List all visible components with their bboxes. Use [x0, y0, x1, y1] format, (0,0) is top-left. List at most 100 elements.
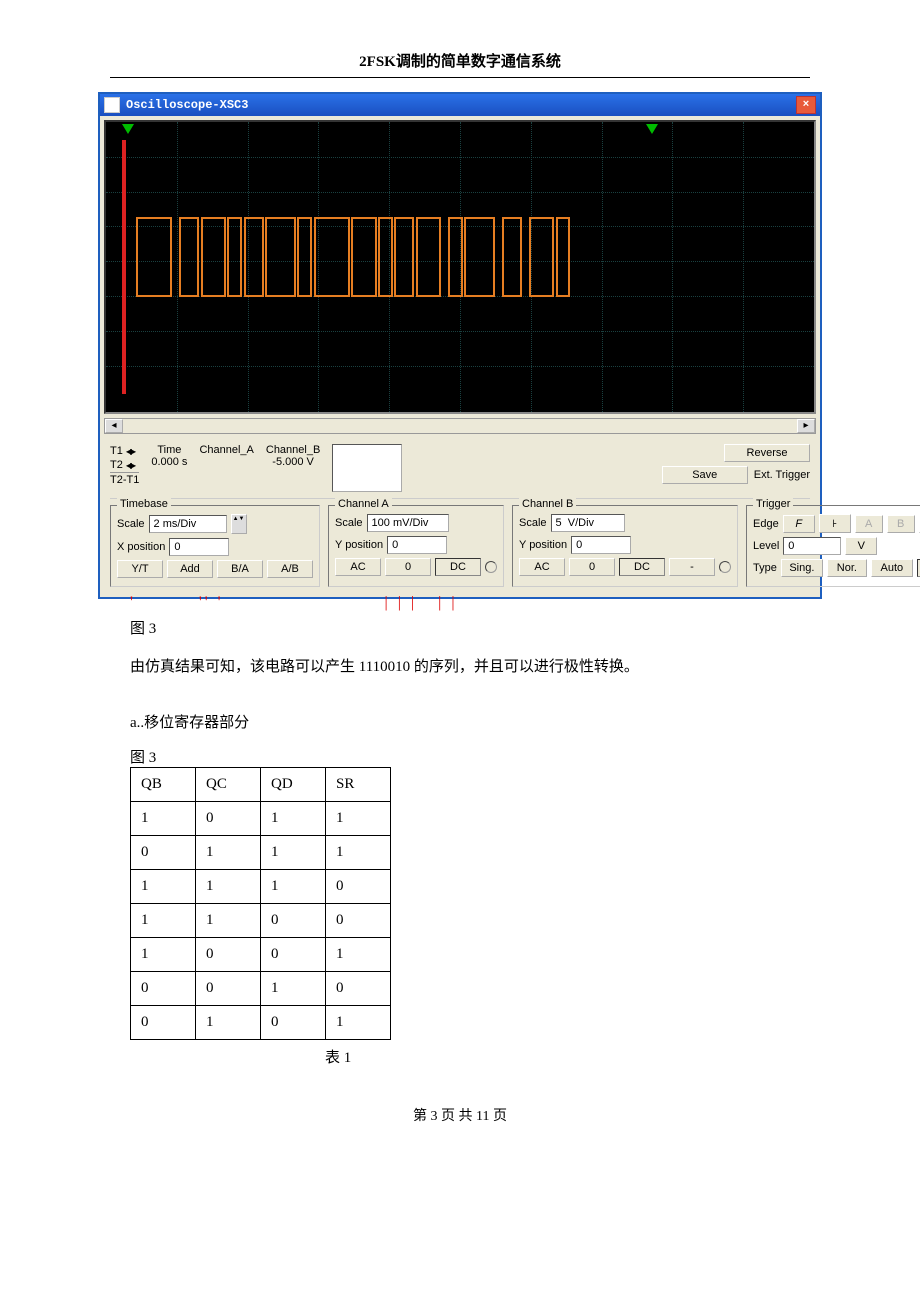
timebase-group: Timebase Scale ▲▼ X position Y/T Add B/A… — [110, 505, 320, 587]
channel-b-group: Channel B Scale Y position AC 0 DC - — [512, 505, 738, 587]
close-icon[interactable]: × — [796, 96, 816, 114]
figure-label-1: 图 3 — [130, 617, 850, 638]
timebase-legend: Timebase — [117, 498, 171, 510]
t2-label: T2 — [110, 459, 123, 471]
tb-xpos-input[interactable] — [169, 538, 229, 556]
table-row: 1110 — [131, 870, 391, 904]
cha-dc-button[interactable]: DC — [435, 558, 481, 576]
sing-button[interactable]: Sing. — [781, 559, 823, 577]
table-cell: 1 — [326, 938, 391, 972]
chb-minus-button[interactable]: - — [669, 558, 715, 576]
add-button[interactable]: Add — [167, 560, 213, 578]
chb-dc-button[interactable]: DC — [619, 558, 665, 576]
edge-a-button[interactable]: A — [855, 515, 883, 533]
cursor-marker-2[interactable] — [646, 124, 658, 134]
trigger-legend: Trigger — [753, 498, 793, 510]
edge-rise-button[interactable]: F — [783, 515, 815, 533]
title-underline — [110, 77, 810, 78]
chb-0-button[interactable]: 0 — [569, 558, 615, 576]
chb-legend: Channel B — [519, 498, 576, 510]
save-button[interactable]: Save — [662, 466, 748, 484]
table-cell: 1 — [196, 904, 261, 938]
yt-button[interactable]: Y/T — [117, 560, 163, 578]
level-unit[interactable]: V — [845, 537, 877, 555]
page-number: 第 3 页 共 11 页 — [70, 1105, 850, 1125]
waveform-channel-b — [136, 217, 674, 297]
cha-legend: Channel A — [335, 498, 392, 510]
ab-button[interactable]: A/B — [267, 560, 313, 578]
chb-scale-input[interactable] — [551, 514, 625, 532]
chb-ac-button[interactable]: AC — [519, 558, 565, 576]
cha-radio[interactable] — [485, 561, 497, 573]
tb-scale-input[interactable] — [149, 515, 227, 533]
oscilloscope-window: Oscilloscope-XSC3 × — [98, 92, 822, 599]
table-row: 1011 — [131, 802, 391, 836]
table-cell: 1 — [326, 802, 391, 836]
edge-label: Edge — [753, 518, 779, 530]
edge-b-button[interactable]: B — [887, 515, 915, 533]
table-cell: 0 — [196, 972, 261, 1006]
channel-b-header: Channel_B — [266, 444, 320, 456]
cha-scale-input[interactable] — [367, 514, 449, 532]
chb-radio[interactable] — [719, 561, 731, 573]
table-cell: 1 — [131, 938, 196, 972]
spinner-icon[interactable]: ▲▼ — [231, 514, 247, 534]
table-cell: 1 — [261, 836, 326, 870]
channel-b-value: -5.000 V — [266, 456, 320, 468]
table-cell: 0 — [261, 1006, 326, 1040]
channel-a-header: Channel_A — [199, 444, 253, 456]
table-cell: 1 — [261, 870, 326, 904]
edge-fall-button[interactable]: ꜔ — [819, 514, 851, 533]
level-input[interactable] — [783, 537, 841, 555]
cha-ypos-input[interactable] — [387, 536, 447, 554]
nor-button[interactable]: Nor. — [827, 559, 867, 577]
table-cell: 0 — [326, 972, 391, 1006]
scroll-left-icon[interactable]: ◂ — [105, 419, 123, 433]
table-cell: 0 — [131, 1006, 196, 1040]
cursor-marker-1[interactable] — [122, 124, 134, 134]
chb-ypos-input[interactable] — [571, 536, 631, 554]
table-cell: 1 — [196, 836, 261, 870]
table-cell: 1 — [131, 802, 196, 836]
channel-a-group: Channel A Scale Y position AC 0 DC — [328, 505, 504, 587]
tb-xpos-label: X position — [117, 541, 165, 553]
horizontal-scrollbar[interactable]: ◂ ▸ — [104, 418, 816, 434]
t1-label: T1 — [110, 445, 123, 457]
cha-0-button[interactable]: 0 — [385, 558, 431, 576]
level-label: Level — [753, 540, 779, 552]
document-title: 2FSK调制的简单数字通信系统 — [70, 50, 850, 71]
th-qc: QC — [196, 768, 261, 802]
reverse-button[interactable]: Reverse — [724, 444, 810, 462]
table-cell: 0 — [131, 972, 196, 1006]
document-page: 2FSK调制的简单数字通信系统 Oscilloscope-XSC3 × — [0, 0, 920, 1155]
app-icon — [104, 97, 120, 113]
scroll-right-icon[interactable]: ▸ — [797, 419, 815, 433]
table-cell: 0 — [196, 938, 261, 972]
auto-button[interactable]: Auto — [871, 559, 913, 577]
table-caption: 表 1 — [325, 1046, 850, 1067]
th-qb: QB — [131, 768, 196, 802]
table-row: 0010 — [131, 972, 391, 1006]
table-cell: 1 — [326, 1006, 391, 1040]
ext-trigger-label: Ext. Trigger — [754, 469, 810, 481]
figure-label-2: 图 3 — [130, 746, 850, 767]
chb-scale-label: Scale — [519, 517, 547, 529]
body-paragraph: 由仿真结果可知，该电路可以产生 1110010 的序列，并且可以进行极性转换。 — [130, 654, 850, 681]
cha-ac-button[interactable]: AC — [335, 558, 381, 576]
cursor-readout: T1 ◀▶ T2 ◀▶ T2-T1 Time 0.000 s Channel_A… — [110, 444, 810, 499]
ba-button[interactable]: B/A — [217, 560, 263, 578]
table-cell: 1 — [131, 904, 196, 938]
table-row: 1100 — [131, 904, 391, 938]
cha-scale-label: Scale — [335, 517, 363, 529]
section-a-heading: a..移位寄存器部分 — [130, 711, 850, 732]
table-cell: 1 — [326, 836, 391, 870]
table-cell: 1 — [131, 870, 196, 904]
window-titlebar: Oscilloscope-XSC3 × — [100, 94, 820, 116]
time-value: 0.000 s — [151, 456, 187, 468]
table-cell: 1 — [261, 802, 326, 836]
table-cell: 0 — [131, 836, 196, 870]
table-cell: 0 — [326, 870, 391, 904]
readout-box — [332, 444, 402, 492]
window-title: Oscilloscope-XSC3 — [126, 98, 248, 112]
cursor-labels: T1 ◀▶ T2 ◀▶ T2-T1 — [110, 444, 139, 492]
